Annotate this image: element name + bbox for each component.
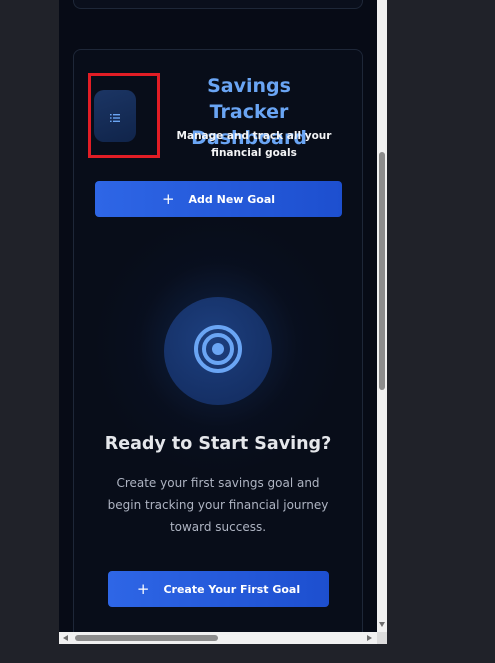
horizontal-scrollbar-thumb[interactable] [75,635,218,641]
vertical-scrollbar-thumb[interactable] [379,152,385,390]
empty-state-title: Ready to Start Saving? [104,434,332,454]
scrollbar-corner [377,632,387,644]
add-new-goal-label: Add New Goal [188,192,276,206]
add-new-goal-button[interactable]: + Add New Goal [95,181,342,217]
page-subtitle: Manage and track all your financial goal… [176,130,332,159]
previous-card [73,0,363,9]
target-icon [193,324,243,378]
plus-icon: + [136,580,150,598]
horizontal-scrollbar[interactable] [59,632,377,644]
empty-state-illustration [164,297,272,405]
scroll-left-arrow-icon[interactable] [63,635,68,641]
create-first-goal-button[interactable]: + Create Your First Goal [108,571,329,607]
screen: Savings Tracker Dashboard Manage and tra… [0,0,495,663]
create-first-goal-label: Create Your First Goal [163,582,301,596]
scroll-down-arrow-icon[interactable] [379,622,385,627]
app-viewport: Savings Tracker Dashboard Manage and tra… [59,0,377,632]
dashboard-card: Savings Tracker Dashboard Manage and tra… [73,49,363,632]
scroll-right-arrow-icon[interactable] [367,635,372,641]
empty-state-description: Create your first savings goal and begin… [107,476,329,534]
plus-icon: + [161,190,175,208]
vertical-scrollbar[interactable] [377,0,387,632]
